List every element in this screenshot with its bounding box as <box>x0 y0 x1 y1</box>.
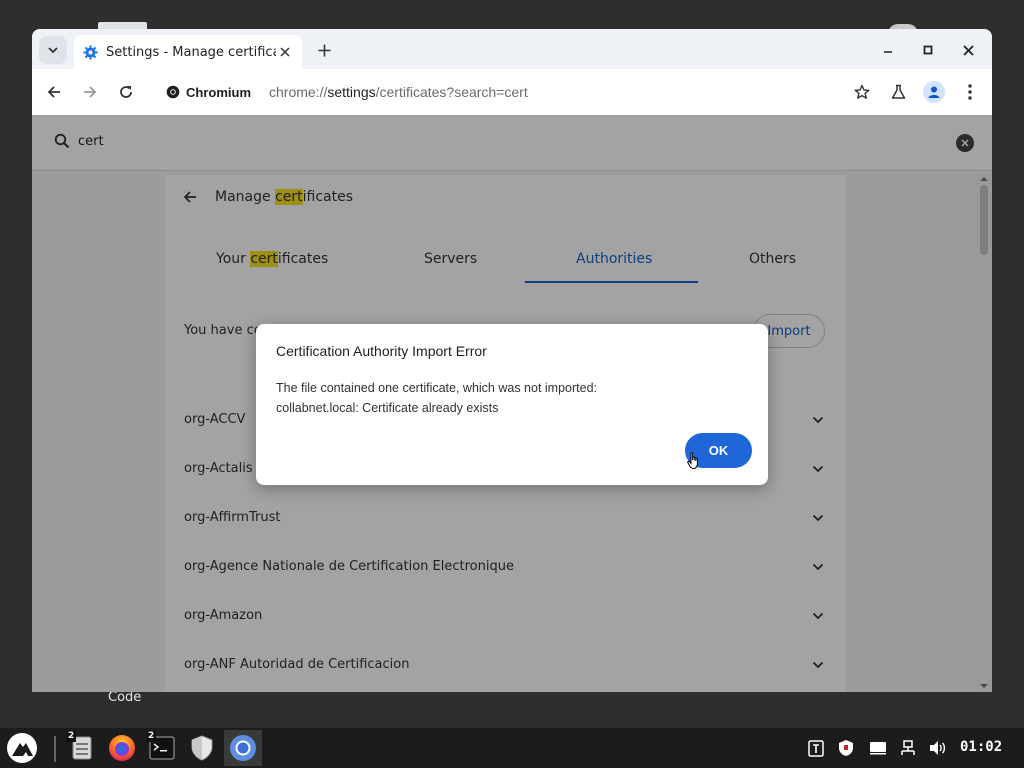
hand-cursor-icon <box>687 452 698 470</box>
site-chip-label: Chromium <box>186 84 251 100</box>
taskbar-separator <box>54 736 56 762</box>
browser-tab[interactable]: Settings - Manage certificate <box>74 35 302 69</box>
arrow-left-icon <box>47 86 60 98</box>
dialog-title: Certification Authority Import Error <box>276 343 487 359</box>
maximize-button[interactable] <box>916 38 940 62</box>
url-scheme: chrome:// <box>269 84 328 100</box>
tab-strip: Settings - Manage certificate <box>32 29 992 69</box>
taskbar-files[interactable]: 2 <box>64 730 100 766</box>
maximize-icon <box>923 45 933 55</box>
person-icon <box>928 86 940 98</box>
taskbar: 2 2 01:02 <box>0 728 1024 768</box>
new-tab-button[interactable] <box>312 38 336 62</box>
keyboard-layout-icon[interactable] <box>806 738 826 758</box>
address-bar[interactable]: Chromium chrome://settings/certificates?… <box>154 75 874 109</box>
dialog-message: The file contained one certificate, whic… <box>276 378 597 418</box>
window-close-button[interactable] <box>956 38 980 62</box>
avatar <box>923 81 945 103</box>
browser-window: Settings - Manage certificate Chromium c… <box>32 29 992 692</box>
forward-button[interactable] <box>76 78 104 106</box>
shield-icon <box>191 735 213 761</box>
chromium-icon <box>166 85 180 99</box>
close-icon <box>962 44 974 56</box>
tab-title: Settings - Manage certificate <box>106 44 276 60</box>
desktop-icon-label[interactable]: Code <box>108 690 141 705</box>
reload-button[interactable] <box>112 78 140 106</box>
chromium-icon <box>230 735 256 761</box>
minimize-icon <box>884 51 892 53</box>
display-icon[interactable] <box>868 738 888 758</box>
kebab-menu-icon <box>968 84 972 100</box>
plus-icon <box>318 44 330 56</box>
arrow-right-icon <box>84 86 97 98</box>
window-count-badge: 2 <box>66 731 77 742</box>
window-count-badge: 2 <box>146 731 157 742</box>
clock[interactable]: 01:02 <box>960 739 1002 755</box>
shield-tray-icon[interactable] <box>836 738 856 758</box>
taskbar-security[interactable] <box>184 730 220 766</box>
taskbar-terminal[interactable]: 2 <box>144 730 180 766</box>
flask-icon <box>891 84 905 99</box>
url-text[interactable]: chrome://settings/certificates?search=ce… <box>269 84 528 100</box>
volume-icon[interactable] <box>928 738 948 758</box>
profile-button[interactable] <box>920 78 948 106</box>
star-icon <box>854 84 870 99</box>
menu-button[interactable] <box>956 78 984 106</box>
back-button[interactable] <box>40 78 68 106</box>
close-icon[interactable] <box>276 43 294 61</box>
taskbar-chromium[interactable] <box>224 730 262 766</box>
settings-page: cert Manage certificates Your certificat… <box>32 115 992 692</box>
site-info-chip[interactable]: Chromium <box>160 79 257 105</box>
distro-logo-icon <box>7 733 37 763</box>
minimize-button[interactable] <box>876 38 900 62</box>
taskbar-firefox[interactable] <box>104 730 140 766</box>
url-path: /certificates?search=cert <box>375 84 528 100</box>
browser-toolbar: Chromium chrome://settings/certificates?… <box>32 69 992 115</box>
bookmark-star-button[interactable] <box>848 78 876 106</box>
labs-button[interactable] <box>884 78 912 106</box>
reload-icon <box>120 86 132 98</box>
network-icon[interactable] <box>898 738 918 758</box>
start-menu-button[interactable] <box>4 730 40 766</box>
gear-icon <box>82 44 98 60</box>
dialog-message-line: collabnet.local: Certificate already exi… <box>276 401 499 415</box>
tab-search-button[interactable] <box>39 36 67 64</box>
firefox-icon <box>109 735 135 761</box>
import-error-dialog: Certification Authority Import Error The… <box>256 324 768 485</box>
chevron-down-icon <box>48 47 58 54</box>
dialog-message-line: The file contained one certificate, whic… <box>276 381 598 395</box>
url-host: settings <box>327 84 376 100</box>
